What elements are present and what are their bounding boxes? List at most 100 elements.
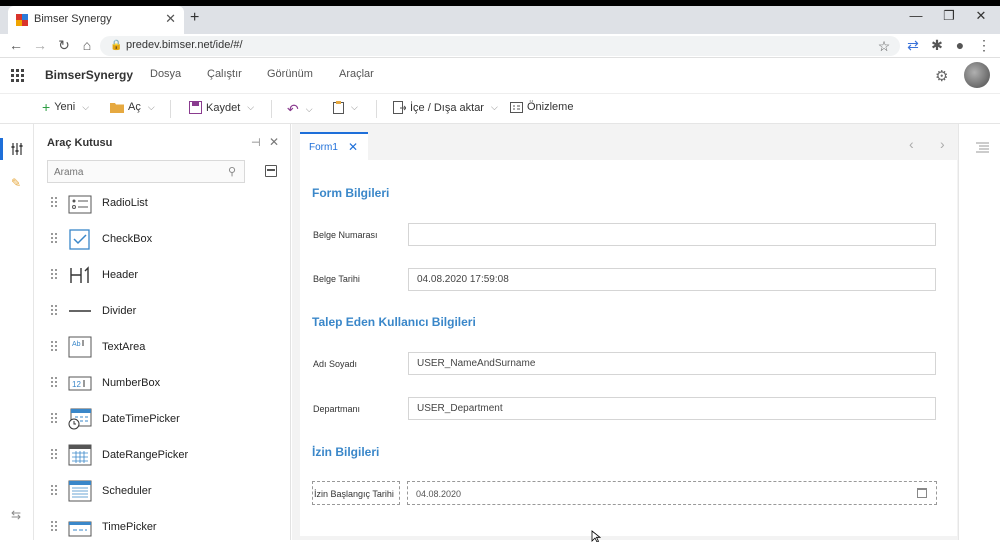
bookmark-star-icon[interactable]: ☆ [876, 38, 892, 54]
menu-araclar[interactable]: Araçlar [339, 68, 374, 80]
tool-numberbox[interactable]: 12 NumberBox [35, 366, 285, 402]
save-disk-icon [189, 101, 202, 114]
chevron-down-icon: ⌵ [305, 104, 313, 114]
left-rail: ✎ ⇆ [0, 124, 34, 540]
new-button[interactable]: + Yeni ⌵ [42, 98, 90, 115]
home-icon[interactable]: ⌂ [79, 37, 95, 53]
tool-datetimepicker[interactable]: DateTimePicker [35, 402, 285, 438]
folder-icon [110, 102, 124, 113]
header-h1-icon [70, 266, 89, 283]
drag-handle-icon[interactable] [51, 269, 59, 279]
menu-dosya[interactable]: Dosya [150, 68, 181, 80]
drag-handle-icon[interactable] [51, 413, 59, 423]
paint-brush-icon[interactable]: ✎ [11, 176, 21, 190]
import-export-icon [393, 101, 406, 114]
drag-handle-icon[interactable] [51, 305, 59, 315]
drag-handle-icon[interactable] [51, 377, 59, 387]
drag-handle-icon[interactable] [51, 233, 59, 243]
extensions-icon[interactable]: ✱ [929, 37, 945, 53]
tool-daterangepicker[interactable]: DateRangePicker [35, 438, 285, 474]
tab-close-icon[interactable]: ✕ [165, 11, 176, 27]
tool-scheduler[interactable]: Scheduler [35, 474, 285, 510]
calendar-icon[interactable] [917, 488, 927, 498]
chevron-down-icon: ⌵ [247, 102, 255, 112]
chevron-right-icon[interactable]: › [940, 136, 945, 152]
drag-handle-icon[interactable] [51, 485, 59, 495]
menu-calistir[interactable]: Çalıştır [207, 68, 242, 80]
properties-list-icon[interactable] [976, 142, 989, 154]
close-icon[interactable]: ✕ [348, 140, 358, 154]
tool-checkbox[interactable]: CheckBox [35, 222, 285, 258]
divider-icon [69, 310, 91, 312]
svg-text:Ab: Ab [72, 341, 81, 348]
numberbox-icon: 12 [68, 376, 92, 391]
tab-form1[interactable]: Form1 ✕ [300, 132, 368, 160]
undo-button[interactable]: ↶ ⌵ [287, 101, 313, 118]
toolbox-panel: Araç Kutusu ⊣ ✕ ⚲ RadioList CheckBox Hea… [35, 124, 291, 540]
doc-number-field[interactable] [408, 223, 936, 246]
tool-label: NumberBox [102, 377, 161, 389]
restore-button[interactable]: ❐ [940, 8, 958, 24]
tool-timepicker[interactable]: TimePicker [35, 510, 285, 546]
department-field[interactable]: USER_Department [408, 397, 936, 420]
chevron-left-icon[interactable]: ‹ [909, 136, 914, 152]
open-button[interactable]: Aç ⌵ [110, 101, 155, 113]
save-button[interactable]: Kaydet ⌵ [189, 101, 254, 114]
minimize-button[interactable]: — [907, 8, 925, 23]
tool-label: DateTimePicker [102, 413, 180, 425]
import-export-button[interactable]: İçe / Dışa aktar ⌵ [393, 101, 498, 114]
name-field[interactable]: USER_NameAndSurname [408, 352, 936, 375]
back-arrow-icon[interactable]: ← [8, 37, 24, 53]
chevron-down-icon: ⌵ [490, 102, 498, 112]
leave-start-field[interactable]: 04.08.2020 [407, 481, 937, 505]
url-field[interactable]: 🔒 predev.bimser.net/ide/#/ ☆ [100, 36, 900, 56]
search-icon[interactable]: ⚲ [228, 165, 236, 178]
reload-icon[interactable]: ↻ [56, 37, 72, 53]
collapse-panel-icon[interactable] [265, 165, 277, 177]
close-icon[interactable]: ✕ [269, 135, 279, 149]
preview-icon [510, 101, 523, 113]
forward-arrow-icon[interactable]: → [32, 37, 48, 53]
radio-list-icon [68, 195, 92, 214]
pin-icon[interactable]: ⊣ [251, 136, 261, 149]
main-toolbar: + Yeni ⌵ Aç ⌵ Kaydet ⌵ ↶ ⌵ ⌵ İçe / Dışa … [0, 94, 1000, 124]
clipboard-button[interactable]: ⌵ [333, 101, 358, 114]
drag-handle-icon[interactable] [51, 449, 59, 459]
bimser-favicon-icon [16, 14, 28, 26]
timepicker-icon [68, 521, 92, 537]
tool-divider[interactable]: Divider [35, 294, 285, 330]
new-tab-button[interactable]: + [190, 9, 199, 27]
toolbox-tools-icon[interactable] [10, 142, 24, 156]
save-label: Kaydet [206, 101, 241, 114]
tool-radiolist[interactable]: RadioList [35, 186, 285, 222]
app-header: BimserSynergy Dosya Çalıştır Görünüm Ara… [0, 58, 1000, 94]
menu-gorunum[interactable]: Görünüm [267, 68, 313, 80]
preview-button[interactable]: Önizleme [510, 101, 573, 113]
name-label: Adı Soyadı [313, 359, 358, 369]
tool-label: DateRangePicker [102, 449, 189, 461]
drag-handle-icon[interactable] [51, 197, 59, 207]
tool-textarea[interactable]: Ab TextArea [35, 330, 285, 366]
toolbar-divider [170, 100, 171, 118]
plus-icon: + [42, 98, 51, 115]
toolbox-search-input[interactable] [54, 164, 214, 180]
avatar[interactable] [964, 62, 990, 88]
drag-handle-icon[interactable] [51, 341, 59, 351]
chevron-down-icon: ⌵ [82, 101, 90, 112]
app-launcher-icon[interactable] [11, 69, 25, 83]
browser-tab[interactable]: Bimser Synergy ✕ [8, 6, 184, 34]
undo-icon: ↶ [287, 101, 299, 117]
section-title-form-info: Form Bilgileri [312, 186, 390, 200]
window-close-button[interactable]: ✕ [972, 8, 990, 24]
flow-icon[interactable]: ⇆ [11, 508, 21, 522]
profile-icon[interactable]: ● [952, 37, 968, 53]
svg-text:12: 12 [72, 380, 81, 389]
browser-menu-icon[interactable]: ⋮ [976, 37, 992, 53]
drag-handle-icon[interactable] [51, 521, 59, 531]
tool-header[interactable]: Header [35, 258, 285, 294]
gear-icon[interactable]: ⚙ [935, 67, 948, 85]
doc-date-field[interactable]: 04.08.2020 17:59:08 [408, 268, 936, 291]
new-label: Yeni [54, 101, 76, 113]
translate-icon[interactable]: ⇄ [905, 37, 921, 53]
leave-start-label-box[interactable]: İzin Başlangıç Tarihi [312, 481, 400, 505]
